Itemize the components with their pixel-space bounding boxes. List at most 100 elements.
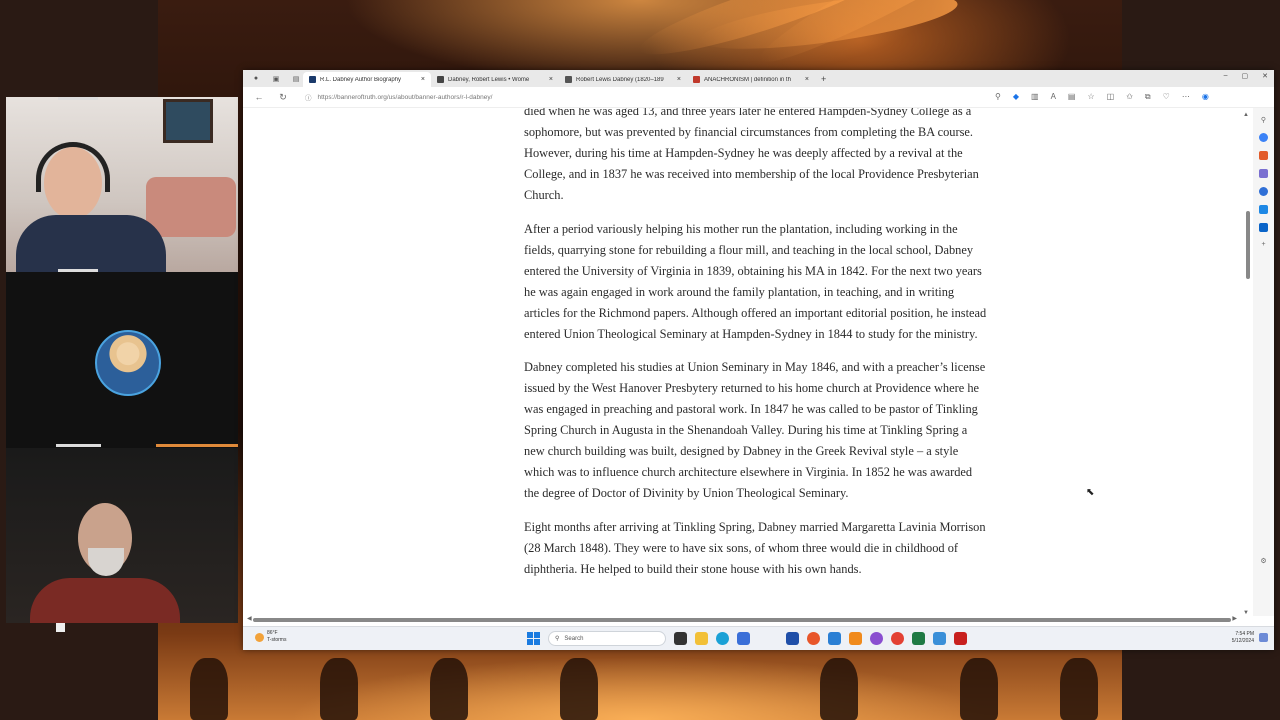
dictionary-favicon-icon (693, 76, 700, 83)
weather-widget[interactable]: 86°F T-storms (255, 630, 286, 644)
background-rider (820, 658, 858, 720)
sidebar-search-icon[interactable]: ⚲ (1261, 116, 1266, 124)
close-icon[interactable]: × (549, 76, 553, 83)
guest-beard (88, 548, 124, 576)
webcam-indicator (156, 444, 238, 447)
firefox-icon[interactable] (807, 632, 820, 645)
scroll-left-icon[interactable]: ◀ (247, 615, 252, 622)
window-controls: – ▢ ✕ (1224, 72, 1268, 80)
scrollbar-thumb[interactable] (253, 618, 1231, 622)
close-icon[interactable]: × (677, 76, 681, 83)
workspaces-icon[interactable]: ▣ (269, 72, 283, 86)
sidebar-tools-icon[interactable] (1259, 169, 1268, 178)
sidebar-office-icon[interactable] (1259, 205, 1268, 214)
tab-dabney-wikipedia[interactable]: Robert Lewis Dabney (1820–189 × (559, 72, 687, 87)
calculator-icon[interactable] (933, 632, 946, 645)
maximize-icon[interactable]: ▢ (1242, 72, 1249, 80)
tab-anachronism-definition[interactable]: ANACHRONISM | definition in th × (687, 72, 815, 87)
clock-date: 5/12/2024 (1231, 638, 1254, 644)
minimize-icon[interactable]: – (1224, 72, 1228, 80)
tab-label: ANACHRONISM | definition in th (704, 76, 791, 83)
excel-icon[interactable] (912, 632, 925, 645)
clock-time: 7:54 PM (1235, 631, 1254, 637)
sidebar-games-icon[interactable] (1259, 187, 1268, 196)
zoom-icon[interactable]: ⚲ (995, 92, 1001, 102)
scroll-down-icon[interactable]: ▼ (1243, 610, 1249, 616)
article-paragraph: Dabney completed his studies at Union Se… (524, 360, 986, 500)
read-aloud-icon[interactable]: A (1051, 92, 1056, 102)
windows-start-icon[interactable] (527, 632, 540, 645)
scroll-right-icon[interactable]: ▶ (1232, 615, 1237, 622)
storm-icon (255, 632, 264, 642)
acrobat-icon[interactable] (954, 632, 967, 645)
site-info-icon[interactable]: ⓘ (305, 92, 312, 102)
chrome-icon[interactable] (891, 632, 904, 645)
weather-temperature: 86°F (267, 630, 278, 636)
taskbar-apps: ⚲ Search (527, 631, 967, 646)
horizontal-scrollbar[interactable]: ◀ ▶ (247, 616, 1237, 624)
copilot-icon[interactable]: ◉ (1202, 92, 1209, 102)
browser-essentials-icon[interactable]: ♡ (1163, 92, 1170, 102)
tab-dabney-women[interactable]: Dabney, Robert Lewis • Wome × (431, 72, 559, 87)
tab-actions-icon[interactable]: ▤ (289, 72, 303, 86)
article-paragraph: Eight months after arriving at Tinkling … (524, 519, 986, 576)
app-available-icon[interactable]: ▥ (1031, 92, 1039, 102)
tab-dabney-biography[interactable]: R.L. Dabney Author Biography × (303, 72, 431, 87)
sidebar-shopping-icon[interactable] (1259, 151, 1268, 160)
back-icon[interactable]: ← (251, 92, 267, 102)
sidebar-copilot-icon[interactable] (1259, 133, 1268, 142)
close-icon[interactable]: × (805, 76, 809, 83)
tab-label: Dabney, Robert Lewis • Wome (448, 76, 530, 83)
scroll-up-icon[interactable]: ▲ (1243, 112, 1249, 118)
collections-icon[interactable]: ⧉ (1145, 92, 1151, 102)
avatar (95, 330, 161, 396)
split-screen-icon[interactable]: ◫ (1107, 92, 1115, 102)
weather-description: T-storms (267, 637, 287, 643)
extension-icon[interactable]: ◆ (1013, 92, 1019, 102)
background-rider (190, 658, 228, 720)
sidebar-settings-icon[interactable]: ⚙ (1260, 557, 1266, 565)
new-tab-button[interactable]: + (821, 74, 826, 84)
banner-of-truth-favicon-icon (309, 76, 316, 83)
webcam-indicator (58, 97, 98, 100)
task-view-icon[interactable] (674, 632, 687, 645)
url-text: https://banneroftruth.org/us/about/banne… (317, 93, 493, 101)
mouse-pointer-icon: ⬉ (1086, 487, 1095, 498)
mail-icon[interactable] (828, 632, 841, 645)
store-icon[interactable] (737, 632, 750, 645)
system-clock[interactable]: 7:54 PM 5/12/2024 (1232, 631, 1254, 645)
background-rider (320, 658, 358, 720)
profile-icon[interactable]: ● (249, 72, 263, 86)
immersive-reader-icon[interactable]: ▤ (1068, 92, 1076, 102)
file-explorer-icon[interactable] (695, 632, 708, 645)
favorites-icon[interactable]: ✩ (1126, 92, 1133, 102)
notifications-icon[interactable] (1259, 633, 1268, 642)
menu-icon[interactable]: ⋯ (1182, 92, 1190, 102)
biography-article: died when he was aged 13, and three year… (524, 108, 988, 592)
scrollbar-thumb[interactable] (1246, 211, 1250, 279)
couch (146, 177, 236, 237)
refresh-icon[interactable]: ↻ (275, 92, 291, 103)
sidebar-outlook-icon[interactable] (1259, 223, 1268, 232)
taskbar-search[interactable]: ⚲ Search (548, 631, 666, 646)
close-icon[interactable]: × (421, 76, 425, 83)
browser-window: ● ▣ ▤ R.L. Dabney Author Biography × Dab… (243, 70, 1274, 650)
photos-icon[interactable] (870, 632, 883, 645)
search-icon: ⚲ (555, 636, 560, 642)
edge-browser-icon[interactable] (716, 632, 729, 645)
tab-label: Robert Lewis Dabney (1820–189 (576, 76, 664, 83)
article-paragraph: died when he was aged 13, and three year… (524, 108, 979, 202)
edge-sidebar: ⚲ + ⚙ (1253, 108, 1274, 616)
sidebar-add-icon[interactable]: + (1261, 241, 1265, 248)
background-rider (960, 658, 998, 720)
favorite-star-icon[interactable]: ☆ (1087, 92, 1094, 102)
background-rider (430, 658, 468, 720)
vertical-scrollbar[interactable]: ▲ ▼ (1243, 108, 1253, 616)
webcam-resize-handle[interactable] (56, 623, 65, 632)
url-field[interactable]: ⓘ https://banneroftruth.org/us/about/ban… (305, 90, 985, 104)
headset (36, 142, 110, 192)
word-icon[interactable] (786, 632, 799, 645)
page-content: died when he was aged 13, and three year… (243, 108, 1246, 616)
close-window-icon[interactable]: ✕ (1262, 72, 1268, 80)
vlc-icon[interactable] (849, 632, 862, 645)
